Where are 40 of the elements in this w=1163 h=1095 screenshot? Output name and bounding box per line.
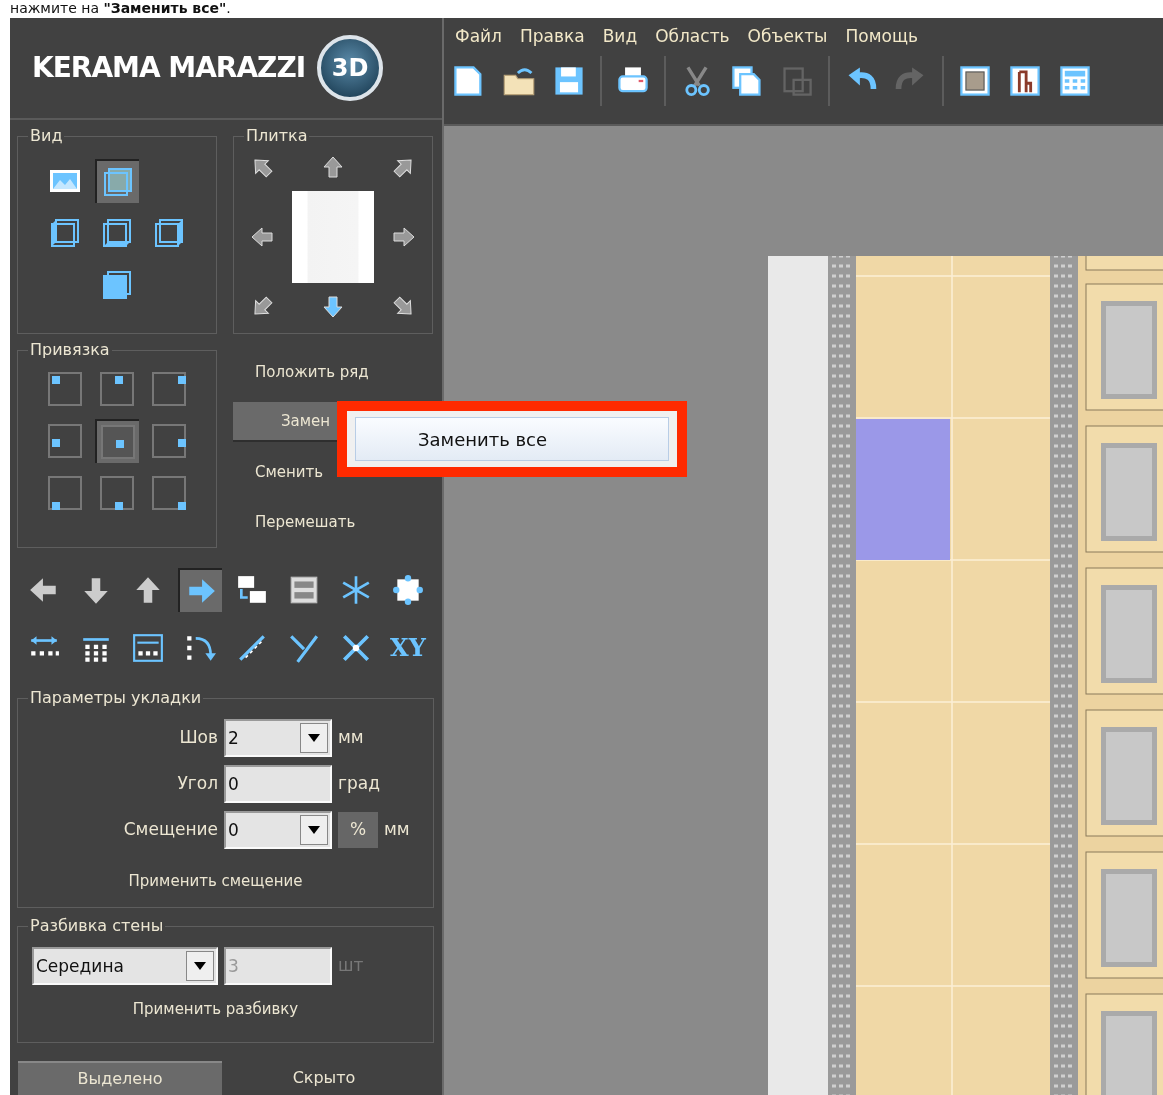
- dropdown-button[interactable]: [300, 723, 328, 754]
- arrow-right-icon[interactable]: [178, 568, 222, 613]
- panel-tab[interactable]: Выделено: [18, 1061, 222, 1095]
- group-title: Вид: [28, 126, 65, 147]
- apply-split-button[interactable]: Применить разбивку: [126, 988, 305, 1029]
- panel-tab[interactable]: Скрыто: [222, 1061, 426, 1095]
- apply-offset-button[interactable]: Применить смещение: [122, 861, 309, 902]
- dropdown[interactable]: 2: [224, 719, 332, 758]
- instruction-text: нажмите на "Заменить все".: [9, 0, 232, 18]
- action-button[interactable]: Перемешать: [233, 502, 433, 543]
- action-button[interactable]: Положить ряд: [233, 352, 433, 393]
- field-label: Шов: [178, 726, 218, 750]
- caret-icon: [308, 734, 320, 743]
- menu-item[interactable]: Объекты: [738, 24, 837, 50]
- dropdown-button[interactable]: [300, 815, 328, 846]
- field-label: Смещение: [122, 818, 218, 842]
- snap-point-button[interactable]: [95, 419, 139, 464]
- percent-toggle-button[interactable]: %: [338, 812, 378, 849]
- unit-label: град: [338, 772, 380, 796]
- menu-item[interactable]: Файл: [446, 24, 511, 50]
- menu-item[interactable]: Правка: [510, 24, 594, 50]
- unit-label: мм: [338, 726, 364, 750]
- menu-item[interactable]: Вид: [593, 24, 647, 50]
- menu-item[interactable]: Помощь: [836, 24, 927, 50]
- logo-text: KERAMA MARAZZI: [32, 50, 306, 87]
- xy-button[interactable]: XY: [386, 626, 430, 671]
- cube-view-button[interactable]: [95, 159, 139, 204]
- caret-icon: [194, 961, 206, 970]
- logo-badge: 3D: [317, 35, 384, 102]
- menu-item[interactable]: Область: [646, 24, 739, 50]
- dropdown[interactable]: 0: [224, 811, 332, 850]
- dropdown-button[interactable]: [186, 950, 214, 981]
- caret-icon: [308, 826, 320, 835]
- group-title: Параметры укладки: [28, 688, 204, 709]
- field-label: Угол: [176, 772, 218, 796]
- dropdown[interactable]: Середина: [32, 946, 218, 985]
- arrow-icon[interactable]: [320, 154, 346, 181]
- group-title: Привязка: [28, 340, 112, 361]
- unit-label: мм: [384, 818, 410, 842]
- replace-all-menu-item[interactable]: Заменить все: [355, 417, 669, 461]
